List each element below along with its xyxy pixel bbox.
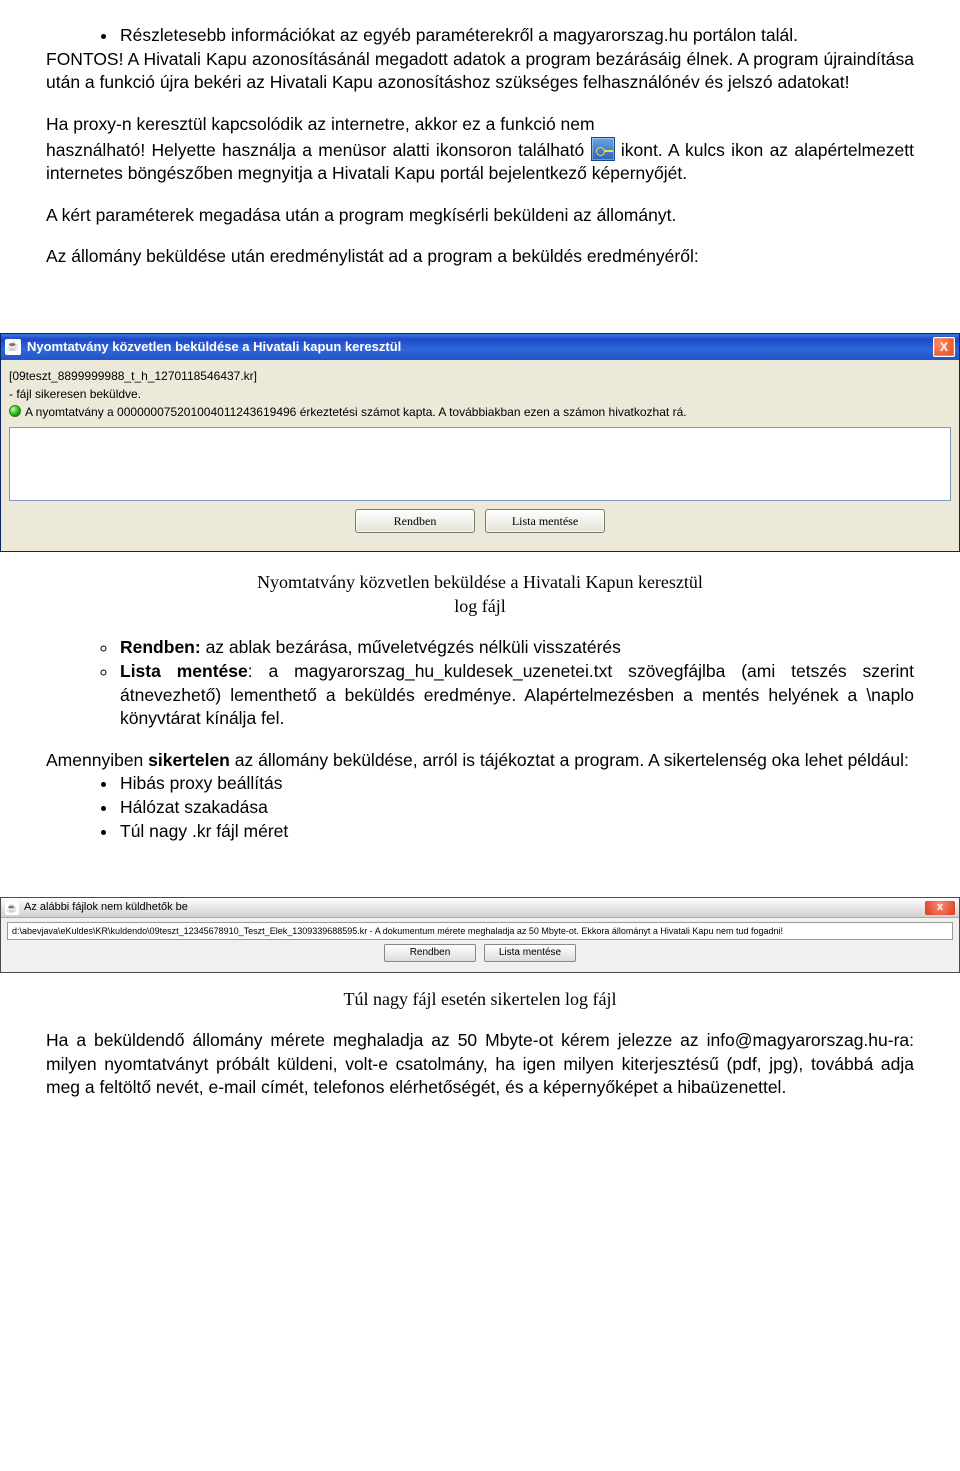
text: Nyomtatvány közvetlen beküldése a Hivata… <box>257 572 703 592</box>
text: A nyomtatvány a 000000075201004011243619… <box>25 405 687 419</box>
list-item: Rendben: az ablak bezárása, műveletvégzé… <box>118 636 914 660</box>
paragraph-last: Ha a beküldendő állomány mérete meghalad… <box>46 1029 914 1100</box>
dialog-message: d:\abevjava\eKuldes\KR\kuldendo\09teszt_… <box>7 922 953 940</box>
paragraph-proxy-1: Ha proxy-n keresztül kapcsolódik az inte… <box>46 113 914 137</box>
text: Lista mentése <box>120 661 248 681</box>
paragraph-proxy-2: használható! Helyette használja a menüso… <box>46 137 914 186</box>
dialog-titlebar: ☕ Az alábbi fájlok nem küldhetők be x <box>1 898 959 918</box>
ok-button[interactable]: Rendben <box>384 944 476 962</box>
text: az állomány beküldése, arról is tájékozt… <box>230 750 909 770</box>
dialog-line: [09teszt_8899999988_t_h_1270118546437.kr… <box>9 368 951 384</box>
dialog-error: ☕ Az alábbi fájlok nem küldhetők be x d:… <box>0 897 960 972</box>
paragraph-eredmeny: Az állomány beküldése után eredménylistá… <box>46 245 914 269</box>
ok-button[interactable]: Rendben <box>355 509 475 533</box>
dialog-textarea[interactable] <box>9 427 951 501</box>
paragraph-sikertelen: Amennyiben sikertelen az állomány beküld… <box>46 749 914 773</box>
text: Rendben: <box>120 637 201 657</box>
bullet-fail-reasons: Hibás proxy beállítás Hálózat szakadása … <box>46 772 914 843</box>
caption-bigfile: Túl nagy fájl esetén sikertelen log fájl <box>46 987 914 1011</box>
bullet-portal: Részletesebb információkat az egyéb para… <box>46 24 914 48</box>
java-icon: ☕ <box>5 339 21 355</box>
caption-logfile: Nyomtatvány közvetlen beküldése a Hivata… <box>46 570 914 619</box>
dialog-title: Nyomtatvány közvetlen beküldése a Hivata… <box>27 338 933 356</box>
text: log fájl <box>454 596 506 616</box>
bullet-buttons-desc: Rendben: az ablak bezárása, műveletvégzé… <box>46 636 914 731</box>
text: sikertelen <box>148 750 230 770</box>
text: A Hivatali Kapu azonosításánál megadott … <box>46 49 914 93</box>
close-icon[interactable]: x <box>925 901 955 915</box>
paragraph-fontos: FONTOS! A Hivatali Kapu azonosításánál m… <box>46 48 914 95</box>
dialog-line: A nyomtatvány a 000000075201004011243619… <box>9 404 951 420</box>
status-dot-icon <box>9 405 21 417</box>
dialog-result: ☕ Nyomtatvány közvetlen beküldése a Hiva… <box>0 333 960 552</box>
text: az ablak bezárása, műveletvégzés nélküli… <box>201 637 621 657</box>
paragraph-kert: A kért paraméterek megadása után a progr… <box>46 204 914 228</box>
list-item: Hibás proxy beállítás <box>118 772 914 796</box>
save-list-button[interactable]: Lista mentése <box>484 944 576 962</box>
list-item: Lista mentése: a magyarorszag_hu_kuldese… <box>118 660 914 731</box>
text: Amennyiben <box>46 750 148 770</box>
dialog-titlebar: ☕ Nyomtatvány közvetlen beküldése a Hiva… <box>1 334 959 360</box>
text: használható! Helyette használja a menüso… <box>46 140 591 160</box>
list-item: Részletesebb információkat az egyéb para… <box>118 24 914 48</box>
key-icon <box>591 137 615 161</box>
close-icon[interactable]: X <box>933 337 955 357</box>
java-icon: ☕ <box>5 901 19 915</box>
list-item: Hálózat szakadása <box>118 796 914 820</box>
dialog-title: Az alábbi fájlok nem küldhetők be <box>24 900 925 915</box>
dialog-line: - fájl sikeresen beküldve. <box>9 386 951 402</box>
save-list-button[interactable]: Lista mentése <box>485 509 605 533</box>
text: FONTOS! <box>46 49 123 69</box>
list-item: Túl nagy .kr fájl méret <box>118 820 914 844</box>
